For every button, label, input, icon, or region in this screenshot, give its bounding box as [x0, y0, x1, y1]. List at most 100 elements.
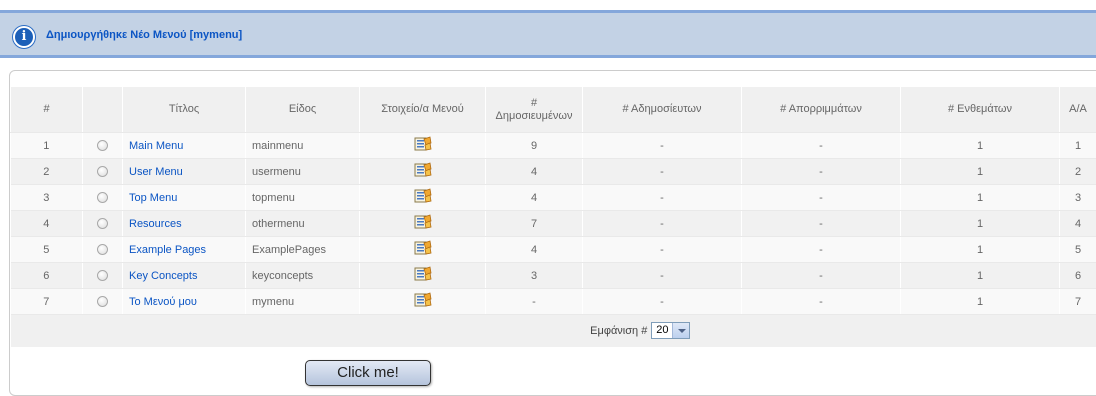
row-select[interactable] [82, 288, 123, 315]
row-title-cell: User Menu [122, 158, 246, 185]
header-published-label: Δημοσιευμένων [495, 109, 573, 122]
row-unpublished: - [582, 210, 742, 237]
row-title-link[interactable]: Example Pages [129, 244, 206, 256]
row-type: mainmenu [245, 132, 360, 159]
row-title-link[interactable]: Main Menu [129, 140, 183, 152]
row-modules: 1 [900, 132, 1060, 159]
row-trashed: - [741, 210, 901, 237]
header-unpublished: # Αδημοσίευτων [582, 86, 742, 133]
table-row: 1 Main Menu mainmenu 9- -1 1 [10, 132, 1096, 159]
menus-table: # Τίτλος Είδος Στοιχείο/α Μενού # Δημοσι… [10, 86, 1096, 347]
menu-items-icon[interactable] [414, 214, 432, 233]
row-id: 5 [1059, 236, 1096, 263]
row-select[interactable] [82, 236, 123, 263]
row-unpublished: - [582, 184, 742, 211]
row-modules: 1 [900, 158, 1060, 185]
row-title-cell: Key Concepts [122, 262, 246, 289]
info-icon: i [13, 26, 35, 48]
list-limit-label: Εμφάνιση # [590, 324, 648, 337]
row-num: 1 [10, 132, 83, 159]
row-menu-items[interactable] [359, 236, 486, 263]
row-select[interactable] [82, 158, 123, 185]
row-radio[interactable] [97, 296, 108, 308]
row-published: - [485, 288, 583, 315]
menu-items-icon[interactable] [414, 240, 432, 259]
row-unpublished: - [582, 262, 742, 289]
table-row: 7 Το Μενού μου mymenu - - -1 7 [10, 288, 1096, 315]
row-num: 3 [10, 184, 83, 211]
row-radio[interactable] [97, 244, 108, 256]
header-menu-items: Στοιχείο/α Μενού [359, 86, 486, 133]
menu-items-icon[interactable] [414, 292, 432, 311]
row-num: 6 [10, 262, 83, 289]
row-trashed: - [741, 236, 901, 263]
row-select[interactable] [82, 132, 123, 159]
row-menu-items[interactable] [359, 262, 486, 289]
header-select [82, 86, 123, 133]
menu-items-icon[interactable] [414, 162, 432, 181]
list-limit: Εμφάνιση # 20 [590, 322, 691, 340]
chevron-down-icon[interactable] [672, 323, 690, 339]
row-trashed: - [741, 288, 901, 315]
row-radio[interactable] [97, 140, 108, 152]
row-trashed: - [741, 158, 901, 185]
menu-items-icon[interactable] [414, 266, 432, 285]
row-menu-items[interactable] [359, 288, 486, 315]
header-modules: # Ενθεμάτων [900, 86, 1060, 133]
row-title-cell: Το Μενού μου [122, 288, 246, 315]
row-title-link[interactable]: Key Concepts [129, 270, 197, 282]
row-radio[interactable] [97, 218, 108, 230]
header-published-hash: # [530, 96, 538, 109]
row-modules: 1 [900, 288, 1060, 315]
row-published: 4 [485, 236, 583, 263]
row-id: 4 [1059, 210, 1096, 237]
row-id: 7 [1059, 288, 1096, 315]
click-me-callout[interactable]: Click me! [305, 360, 431, 386]
row-type: topmenu [245, 184, 360, 211]
row-title-cell: Example Pages [122, 236, 246, 263]
row-type: keyconcepts [245, 262, 360, 289]
row-published: 7 [485, 210, 583, 237]
row-title-link[interactable]: Top Menu [129, 192, 177, 204]
row-select[interactable] [82, 210, 123, 237]
row-id: 3 [1059, 184, 1096, 211]
table-row: 6 Key Concepts keyconcepts 3- -1 6 [10, 262, 1096, 289]
row-title-link[interactable]: User Menu [129, 166, 183, 178]
row-num: 5 [10, 236, 83, 263]
header-id[interactable]: A/A [1059, 86, 1096, 133]
table-row: 2 User Menu usermenu 4- -1 2 [10, 158, 1096, 185]
row-published: 3 [485, 262, 583, 289]
header-title[interactable]: Τίτλος [122, 86, 246, 133]
row-radio[interactable] [97, 192, 108, 204]
header-trashed: # Απορριμμάτων [741, 86, 901, 133]
row-type: ExamplePages [245, 236, 360, 263]
row-menu-items[interactable] [359, 132, 486, 159]
row-type: mymenu [245, 288, 360, 315]
row-unpublished: - [582, 158, 742, 185]
row-select[interactable] [82, 262, 123, 289]
row-title-cell: Main Menu [122, 132, 246, 159]
header-type[interactable]: Είδος [245, 86, 360, 133]
menu-items-icon[interactable] [414, 136, 432, 155]
row-title-cell: Top Menu [122, 184, 246, 211]
row-menu-items[interactable] [359, 184, 486, 211]
row-radio[interactable] [97, 270, 108, 282]
row-select[interactable] [82, 184, 123, 211]
row-modules: 1 [900, 262, 1060, 289]
row-radio[interactable] [97, 166, 108, 178]
table-row: 5 Example Pages ExamplePages 4- -1 5 [10, 236, 1096, 263]
row-menu-items[interactable] [359, 210, 486, 237]
row-title-link[interactable]: Το Μενού μου [129, 296, 197, 308]
menu-items-icon[interactable] [414, 188, 432, 207]
pagination-footer: Εμφάνιση # 20 [10, 314, 1096, 347]
row-type: othermenu [245, 210, 360, 237]
row-modules: 1 [900, 184, 1060, 211]
row-title-link[interactable]: Resources [129, 218, 182, 230]
row-type: usermenu [245, 158, 360, 185]
row-trashed: - [741, 132, 901, 159]
row-published: 4 [485, 184, 583, 211]
row-unpublished: - [582, 132, 742, 159]
list-limit-select[interactable]: 20 [651, 322, 691, 340]
row-menu-items[interactable] [359, 158, 486, 185]
table-footer-row: Εμφάνιση # 20 [10, 314, 1096, 347]
